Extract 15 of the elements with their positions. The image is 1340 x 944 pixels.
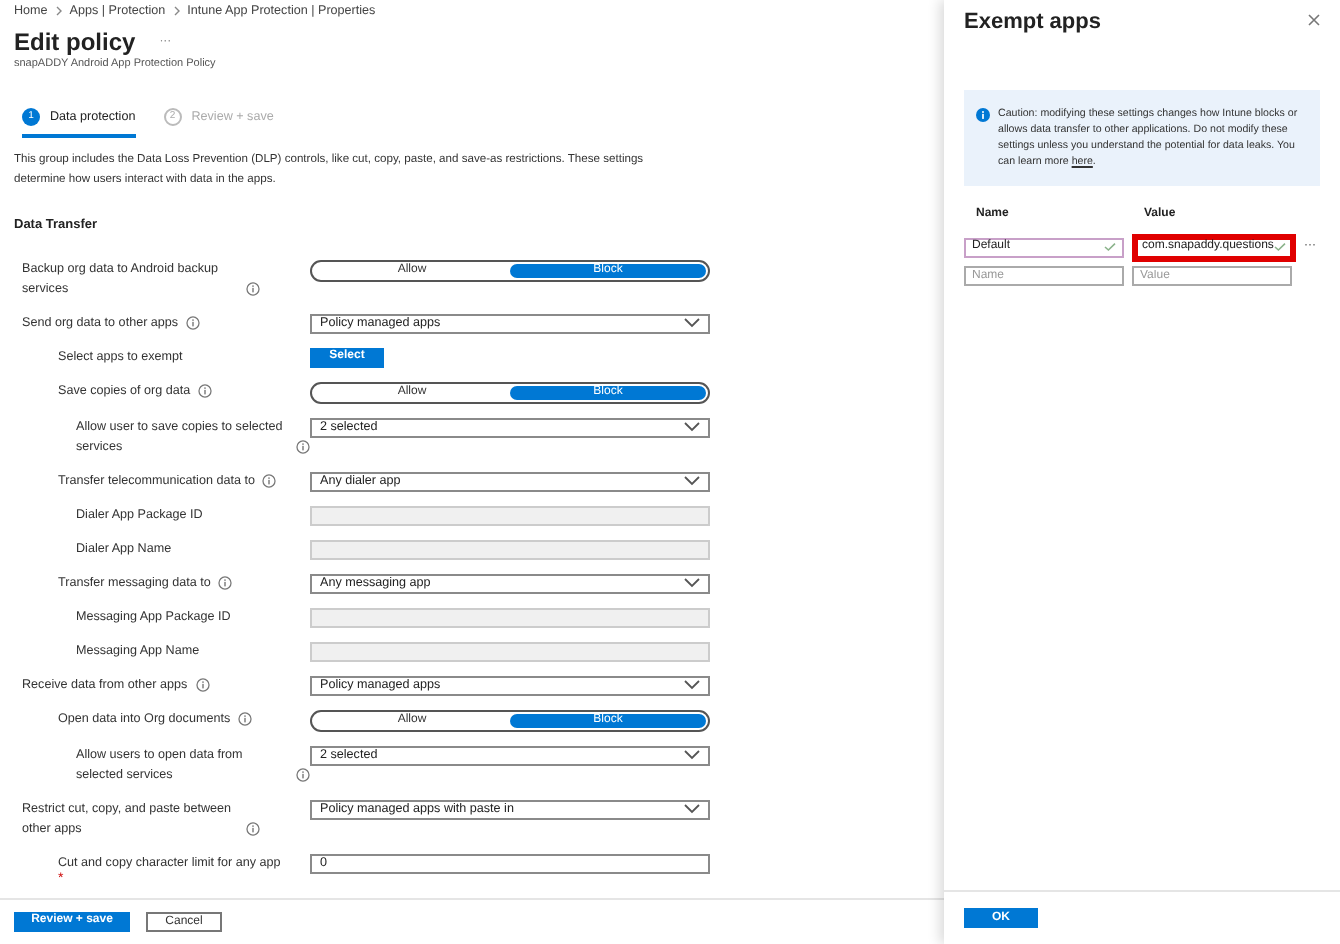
info-icon	[976, 107, 990, 121]
chevron-down-icon	[684, 750, 700, 761]
chevron-right-icon	[55, 6, 62, 17]
check-icon	[1104, 242, 1116, 252]
chevron-down-icon	[684, 680, 700, 691]
chevron-down-icon	[684, 578, 700, 589]
chevron-down-icon	[684, 422, 700, 433]
panel-title: Exempt apps	[964, 8, 1101, 38]
chevron-down-icon	[684, 318, 700, 329]
check-icon	[1274, 242, 1286, 252]
close-icon[interactable]	[1308, 14, 1320, 26]
chevron-down-icon	[684, 804, 700, 815]
chevron-right-icon	[173, 6, 180, 17]
chevron-down-icon	[684, 476, 700, 487]
page-title: Edit policy	[14, 28, 136, 57]
